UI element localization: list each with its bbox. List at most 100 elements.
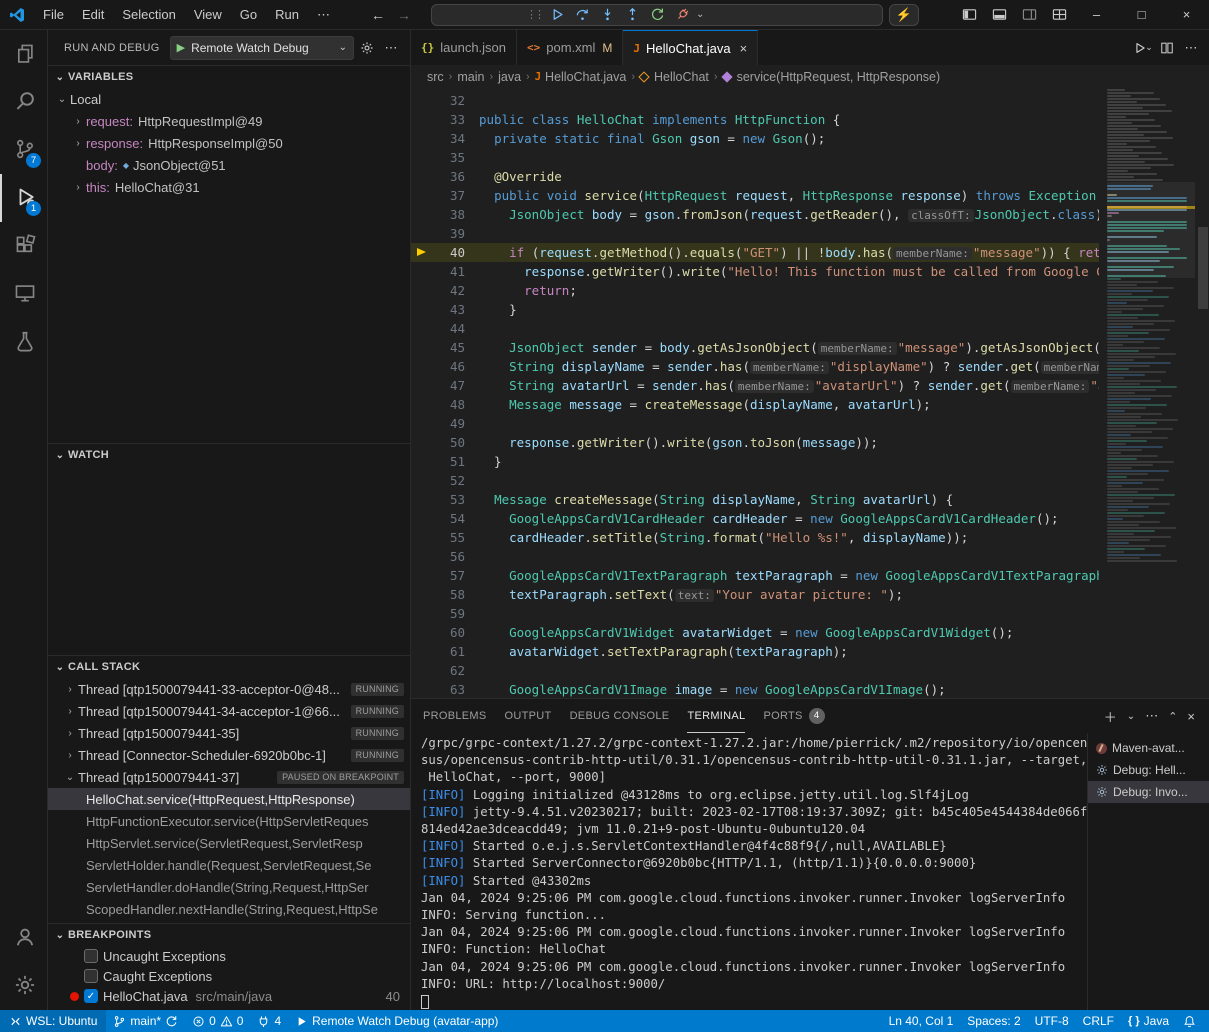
menu-go[interactable]: Go [231,4,266,26]
statusbar-remote-indicator[interactable]: WSL: Ubuntu [0,1010,106,1032]
breakpoint-checkbox[interactable] [84,949,98,963]
back-icon[interactable]: ← [365,7,391,23]
breadcrumb-item[interactable]: service(HttpRequest, HttpResponse) [723,70,941,84]
activity-explorer[interactable] [0,30,47,78]
statusbar-cursor-position[interactable]: Ln 40, Col 1 [882,1014,961,1028]
gutter[interactable] [411,224,433,243]
stack-frame[interactable]: HttpFunctionExecutor.service(HttpServlet… [48,810,410,832]
code-line-39[interactable]: 39 [411,224,1099,243]
variable-row[interactable]: ›this:HelloChat@31 [48,176,410,198]
menu-view[interactable]: View [185,4,231,26]
gutter[interactable] [411,186,433,205]
terminal-dropdown-icon[interactable]: ⌄ [1127,711,1135,722]
gutter[interactable] [411,528,433,547]
code-editor[interactable]: 3233public class HelloChat implements Ht… [411,89,1209,698]
gutter[interactable] [411,148,433,167]
minimap[interactable] [1107,89,1195,698]
panel-tab-output[interactable]: OUTPUT [505,699,552,733]
terminal-instance[interactable]: Debug: Invo... [1088,781,1209,803]
terminal-output[interactable]: /grpc/grpc-context/1.27.2/grpc-context-1… [411,733,1087,1010]
variables-section-header[interactable]: ⌄ VARIABLES [48,66,410,88]
activity-search[interactable] [0,78,47,126]
stack-frame[interactable]: ScopedHandler.nextHandle(String,Request,… [48,898,410,920]
code-line-55[interactable]: 55 cardHeader.setTitle(String.format("He… [411,528,1099,547]
statusbar-git-branch[interactable]: main* [106,1010,185,1032]
breadcrumb-item[interactable]: HelloChat [640,70,709,84]
gutter[interactable] [411,547,433,566]
code-line-43[interactable]: 43 } [411,300,1099,319]
code-line-36[interactable]: 36 @Override [411,167,1099,186]
terminal-instance[interactable]: Maven-avat... [1088,737,1209,759]
statusbar-ports-forwarded[interactable]: 4 [250,1010,288,1032]
code-line-34[interactable]: 34 private static final Gson gson = new … [411,129,1099,148]
code-line-56[interactable]: 56 [411,547,1099,566]
gutter[interactable] [411,262,433,281]
stack-frame[interactable]: HelloChat.service(HttpRequest,HttpRespon… [48,788,410,810]
code-line-42[interactable]: 42 return; [411,281,1099,300]
start-debug-icon[interactable]: ▶ [177,41,185,54]
split-editor-icon[interactable] [1157,36,1177,60]
gutter[interactable] [411,300,433,319]
panel-tab-terminal[interactable]: TERMINAL [687,699,745,733]
callstack-thread[interactable]: ⌄Thread [qtp1500079441-37]PAUSED ON BREA… [48,766,410,788]
toggle-panel-icon[interactable] [984,2,1014,28]
breadcrumb-item[interactable]: src [427,70,444,84]
code-line-54[interactable]: 54 GoogleAppsCardV1CardHeader cardHeader… [411,509,1099,528]
breadcrumb-item[interactable]: java [498,70,521,84]
variable-row[interactable]: body:◆JsonObject@51 [48,154,410,176]
activity-source-control[interactable]: 7 [0,126,47,174]
gutter[interactable] [411,376,433,395]
activity-remote-explorer[interactable] [0,270,47,318]
code-line-35[interactable]: 35 [411,148,1099,167]
code-line-44[interactable]: 44 [411,319,1099,338]
editor-scrollbar[interactable] [1198,227,1208,309]
breakpoint-row[interactable]: Caught Exceptions [48,966,410,986]
gutter[interactable] [411,205,433,224]
breakpoints-section-header[interactable]: ⌄ BREAKPOINTS [48,924,410,946]
gutter[interactable] [411,642,433,661]
statusbar-encoding[interactable]: UTF-8 [1028,1014,1076,1028]
variables-scope-local[interactable]: ⌄Local [48,88,410,110]
stack-frame[interactable]: ServletHolder.handle(Request,ServletRequ… [48,854,410,876]
close-button[interactable]: × [1164,0,1209,30]
callstack-thread[interactable]: ›Thread [qtp1500079441-34-acceptor-1@66.… [48,700,410,722]
gutter[interactable] [411,338,433,357]
code-line-49[interactable]: 49 [411,414,1099,433]
views-more-icon[interactable]: ⋯ [380,40,402,56]
gutter[interactable] [411,357,433,376]
menu-run[interactable]: Run [266,4,308,26]
run-java-icon[interactable]: ⌄ [1133,36,1153,60]
code-line-37[interactable]: 37 public void service(HttpRequest reque… [411,186,1099,205]
code-line-62[interactable]: 62 [411,661,1099,680]
activity-run-and-debug[interactable]: 1 [0,174,47,222]
continue-icon[interactable] [546,5,569,25]
stack-frame[interactable]: HttpServlet.service(ServletRequest,Servl… [48,832,410,854]
debug-config-dropdown[interactable]: ▶ Remote Watch Debug ⌄ [170,36,354,60]
code-line-41[interactable]: 41 response.getWriter().write("Hello! Th… [411,262,1099,281]
gutter[interactable] [411,585,433,604]
debug-session-dropdown-icon[interactable]: ⌄ [696,9,708,20]
panel-more-icon[interactable]: ⋯ [1145,708,1158,724]
gutter[interactable] [411,452,433,471]
editor-more-icon[interactable]: ⋯ [1181,36,1201,60]
gutter[interactable] [411,129,433,148]
breakpoint-row[interactable]: Uncaught Exceptions [48,946,410,966]
panel-tab-debug-console[interactable]: DEBUG CONSOLE [570,699,670,733]
menu-file[interactable]: File [34,4,73,26]
maximize-panel-icon[interactable]: ⌃ [1168,710,1177,723]
step-over-icon[interactable] [571,5,594,25]
breakpoint-checkbox[interactable]: ✓ [84,989,98,1003]
code-line-46[interactable]: 46 String displayName = sender.has(membe… [411,357,1099,376]
new-terminal-icon[interactable]: ＋ [1104,707,1117,726]
breadcrumb-item[interactable]: main [457,70,484,84]
code-line-47[interactable]: 47 String avatarUrl = sender.has(memberN… [411,376,1099,395]
gutter[interactable] [411,281,433,300]
toolbar-grip-icon[interactable]: ⋮⋮ [526,8,542,21]
code-line-59[interactable]: 59 [411,604,1099,623]
toggle-primary-sidebar-icon[interactable] [954,2,984,28]
activity-settings[interactable] [0,962,47,1010]
gutter[interactable] [411,680,433,698]
gutter[interactable] [411,433,433,452]
menu-more[interactable]: ⋯ [308,4,339,26]
gutter[interactable] [411,167,433,186]
